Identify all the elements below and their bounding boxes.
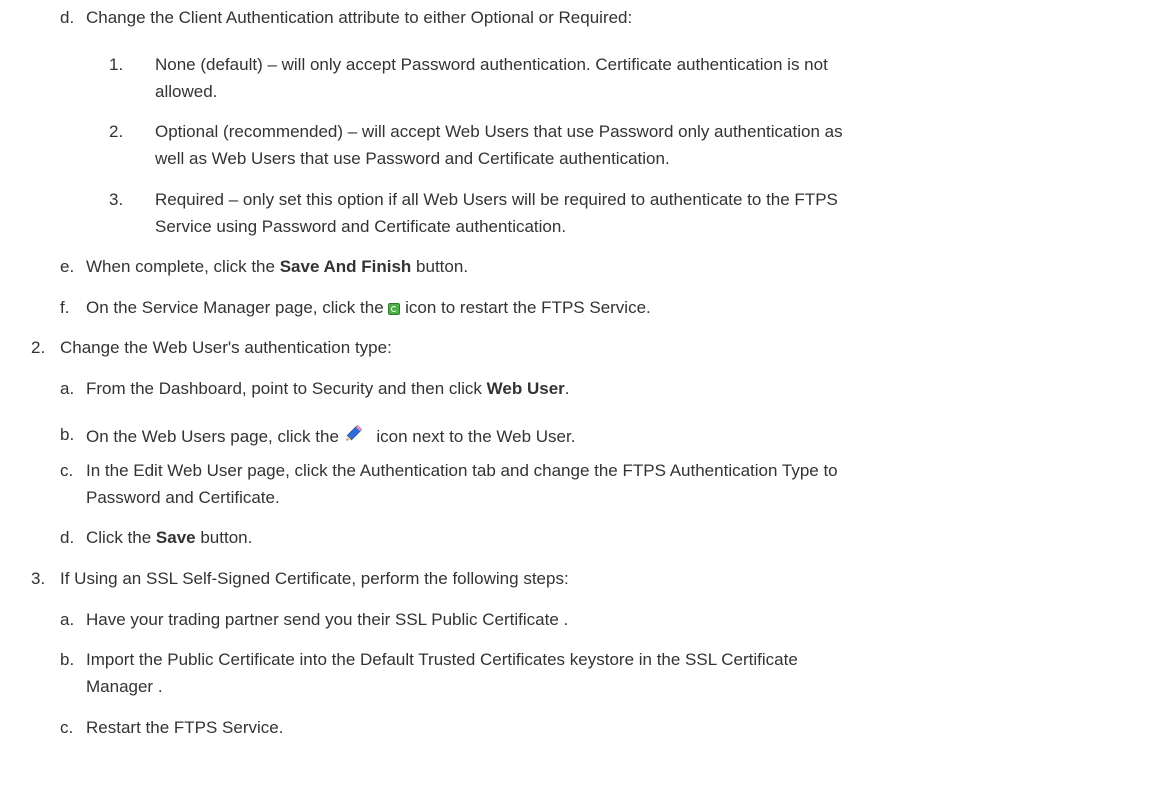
list-marker: f. — [60, 298, 70, 317]
list-text: On the Web Users page, click the icon ne… — [86, 421, 575, 450]
list-marker: d. — [60, 8, 75, 27]
save-and-finish-label: Save And Finish — [279, 257, 412, 276]
option-1-line-1: None (default) – will only accept Passwo… — [155, 55, 828, 74]
option-3-line-2: Service using Password and Certificate a… — [155, 217, 567, 236]
refresh-icon — [388, 303, 401, 315]
option-2-line-1: Optional (recommended) – will accept Web… — [155, 122, 843, 141]
list-marker: c. — [60, 461, 74, 480]
document-page: d. Change the Client Authentication attr… — [0, 0, 1159, 803]
list-marker: a. — [60, 379, 75, 398]
list-text: Change the Web User's authentication typ… — [60, 338, 392, 357]
list-marker: 2. — [31, 338, 46, 357]
list-text: Have your trading partner send you their… — [86, 610, 569, 629]
list-text: When complete, click the Save And Finish… — [86, 257, 469, 276]
step-3b-line-2: Manager . — [86, 677, 163, 696]
list-text: On the Service Manager page, click the i… — [86, 298, 651, 317]
option-3-line-1: Required – only set this option if all W… — [155, 190, 838, 209]
list-marker: 1. — [109, 55, 124, 74]
option-1-line-2: allowed. — [155, 82, 218, 101]
list-text: If Using an SSL Self-Signed Certificate,… — [60, 569, 569, 588]
list-text: From the Dashboard, point to Security an… — [86, 379, 570, 398]
step-3b-line-1: Import the Public Certificate into the D… — [86, 650, 798, 669]
step-2c-line-1: In the Edit Web User page, click the Aut… — [86, 461, 838, 480]
list-marker: d. — [60, 528, 75, 547]
list-marker: 2. — [109, 122, 124, 141]
pencil-icon — [344, 421, 366, 443]
list-marker: a. — [60, 610, 75, 629]
list-marker: 3. — [31, 569, 46, 588]
list-marker: b. — [60, 650, 75, 669]
web-user-label: Web User — [486, 379, 565, 398]
step-2c-line-2: Password and Certificate. — [86, 488, 280, 507]
save-label: Save — [155, 528, 196, 547]
list-text: Change the Client Authentication attribu… — [86, 8, 633, 27]
list-text: Restart the FTPS Service. — [86, 718, 284, 737]
list-marker: c. — [60, 718, 74, 737]
option-2-line-2: well as Web Users that use Password and … — [155, 149, 670, 168]
list-marker: 3. — [109, 190, 124, 209]
list-marker: e. — [60, 257, 75, 276]
list-text: Click the Save button. — [86, 528, 253, 547]
list-marker: b. — [60, 425, 75, 444]
